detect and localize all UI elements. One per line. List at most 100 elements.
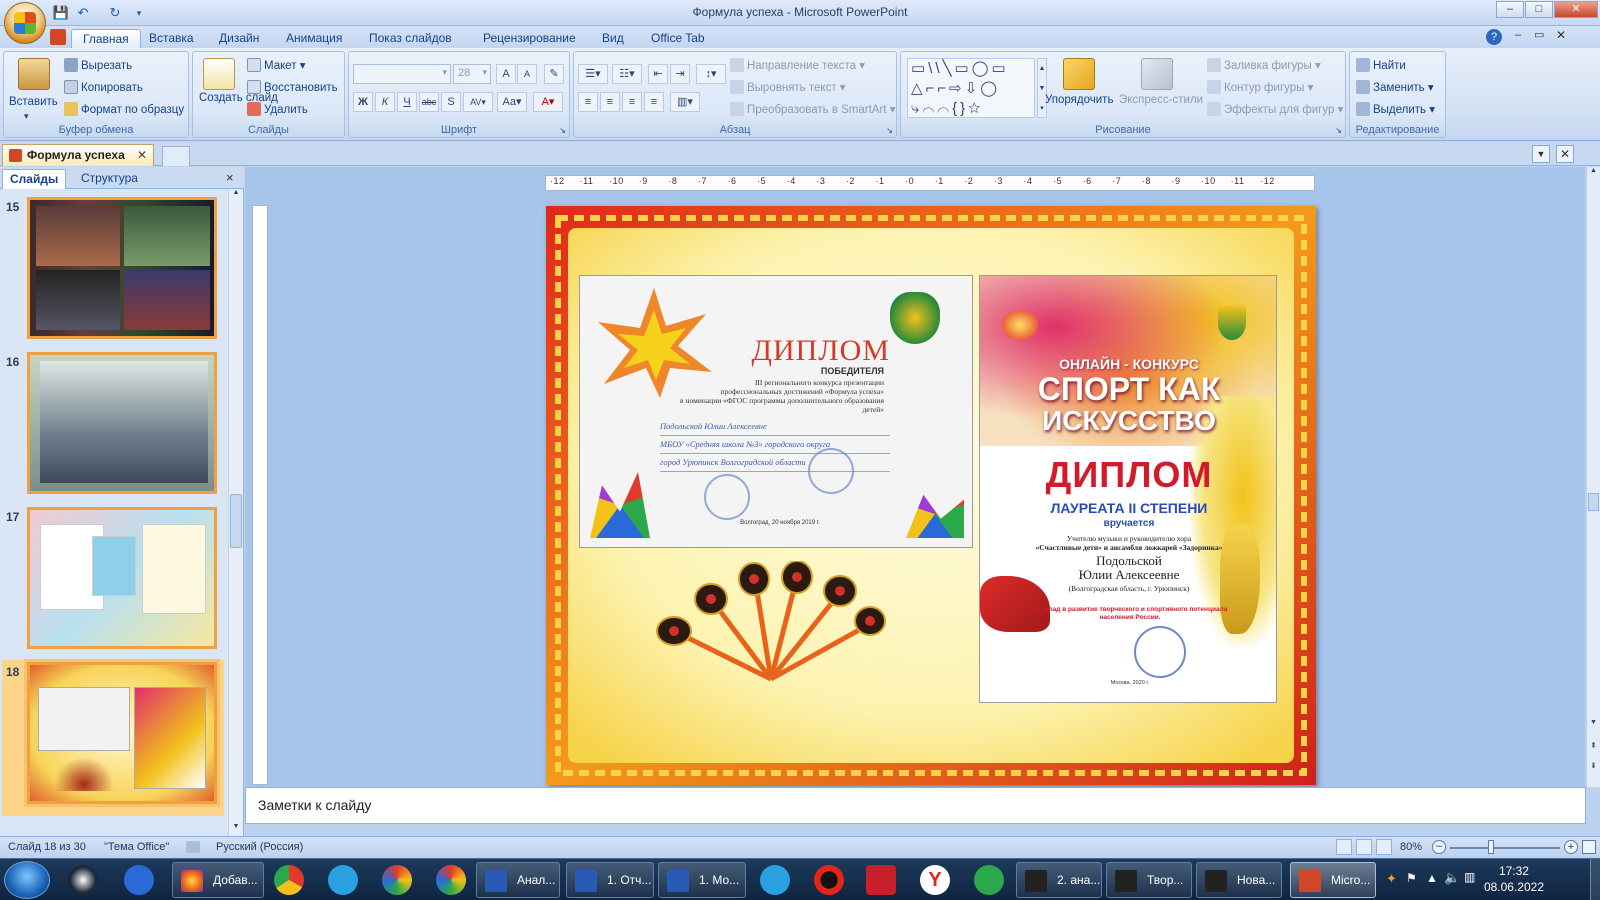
volume-icon[interactable]: 🔈	[1444, 870, 1460, 886]
taskbar-powerpoint[interactable]: Micro...	[1290, 862, 1376, 898]
status-theme[interactable]: "Тема Office"	[104, 841, 169, 853]
tab-slideshow[interactable]: Показ слайдов	[358, 29, 463, 49]
find-button[interactable]: Найти	[1356, 58, 1406, 74]
tab-view[interactable]: Вид	[591, 29, 635, 49]
slides-panel-scroll-thumb[interactable]	[230, 494, 242, 548]
scroll-up-icon[interactable]: ▲	[1587, 167, 1600, 174]
qbittorrent-icon[interactable]	[124, 865, 154, 895]
zoom-level[interactable]: 80%	[1400, 841, 1422, 853]
taskbar-word-1[interactable]: Анал...	[476, 862, 560, 898]
app-icon[interactable]	[866, 865, 896, 895]
align-left-icon[interactable]: ≡	[578, 92, 598, 112]
font-name-combobox[interactable]: ▾	[353, 64, 451, 84]
ribbon-restore-icon[interactable]: ▭	[1534, 28, 1544, 41]
zoom-out-icon[interactable]: –	[1432, 840, 1446, 854]
notes-pane[interactable]: Заметки к слайду	[245, 787, 1586, 824]
close-all-tabs-icon[interactable]: ✕	[1556, 145, 1574, 163]
chrome-icon[interactable]	[274, 865, 304, 895]
justify-icon[interactable]: ≡	[644, 92, 664, 112]
bold-icon[interactable]: Ж	[353, 92, 373, 112]
bullets-icon[interactable]: ☰▾	[578, 64, 608, 84]
help-icon[interactable]: ?	[1486, 29, 1502, 45]
decrease-indent-icon[interactable]: ⇤	[648, 64, 668, 84]
new-document-tab[interactable]	[162, 146, 190, 166]
slide-sorter-icon[interactable]	[1356, 839, 1372, 855]
underline-icon[interactable]: Ч	[397, 92, 417, 112]
change-case-icon[interactable]: Aa▾	[497, 92, 527, 112]
ribbon-minimize-icon[interactable]: –	[1515, 29, 1521, 41]
taskbar-window-2[interactable]: Твор...	[1106, 862, 1192, 898]
slides-panel-close-icon[interactable]: ×	[226, 170, 234, 185]
slide-thumbnail-15[interactable]	[27, 197, 217, 339]
tray-up-icon[interactable]: ▲	[1426, 871, 1438, 885]
diploma-winner-image[interactable]: ДИПЛОМ ПОБЕДИТЕЛЯ III регионального конк…	[579, 275, 973, 548]
reset-button[interactable]: Восстановить	[247, 80, 338, 96]
skype-icon[interactable]	[760, 865, 790, 895]
tab-animation[interactable]: Анимация	[275, 29, 353, 49]
shapes-gallery[interactable]: ▭\\╲▭◯▭ △⌐⌐⇨⇩◯ ⤷⌒⌒{}☆	[907, 58, 1035, 118]
tab-insert[interactable]: Вставка	[138, 29, 205, 49]
paragraph-dialog-launcher-icon[interactable]: ↘	[886, 126, 893, 135]
zoom-in-icon[interactable]: +	[1564, 840, 1578, 854]
photo-app-icon[interactable]	[436, 865, 466, 895]
spellcheck-icon[interactable]	[186, 841, 200, 853]
zoom-slider-track[interactable]	[1450, 847, 1560, 849]
char-spacing-icon[interactable]: AV▾	[463, 92, 493, 112]
select-button[interactable]: Выделить ▾	[1356, 102, 1435, 118]
replace-button[interactable]: Заменить ▾	[1356, 80, 1434, 96]
ribbon-close-icon[interactable]: ✕	[1556, 28, 1566, 42]
tab-home[interactable]: Главная	[71, 29, 141, 49]
show-desktop-button[interactable]	[1590, 859, 1600, 900]
taskbar-window-1[interactable]: 2. ана...	[1016, 862, 1102, 898]
line-spacing-icon[interactable]: ↕▾	[696, 64, 726, 84]
telegram-icon[interactable]	[328, 865, 358, 895]
tab-list-dropdown-icon[interactable]: ▼	[1532, 145, 1550, 163]
current-slide[interactable]: ДИПЛОМ ПОБЕДИТЕЛЯ III регионального конк…	[546, 206, 1316, 785]
utorrent-icon[interactable]	[974, 865, 1004, 895]
font-size-dropdown-icon[interactable]: ▾	[482, 67, 487, 78]
layout-button[interactable]: Макет ▾	[247, 58, 306, 74]
scroll-down-icon[interactable]: ▼	[230, 823, 242, 835]
numbering-icon[interactable]: ☷▾	[612, 64, 642, 84]
slide-thumbnail-18[interactable]	[27, 662, 217, 804]
slide-vertical-scrollbar[interactable]: ▲ ▼ ⇞ ⇟	[1586, 167, 1600, 787]
arrange-button[interactable]: Упорядочить	[1045, 92, 1113, 108]
font-dialog-launcher-icon[interactable]: ↘	[559, 126, 566, 135]
tab-review[interactable]: Рецензирование	[472, 29, 587, 49]
status-language[interactable]: Русский (Россия)	[216, 841, 303, 853]
network-icon[interactable]: ▥	[1464, 870, 1475, 884]
increase-indent-icon[interactable]: ⇥	[670, 64, 690, 84]
taskbar-word-3[interactable]: 1. Мо...	[658, 862, 746, 898]
shape-outline-button[interactable]: Контур фигуры ▾	[1207, 80, 1313, 96]
paste-dropdown-icon[interactable]: ▾	[24, 108, 29, 124]
cut-button[interactable]: Вырезать	[64, 58, 132, 74]
maximize-button[interactable]: □	[1525, 1, 1553, 18]
taskbar-clock[interactable]: 17:32 08.06.2022	[1484, 863, 1544, 895]
scroll-down-icon[interactable]: ▼	[1587, 719, 1600, 726]
tray-flag-icon[interactable]: ⚑	[1406, 871, 1417, 885]
slides-panel-scrollbar[interactable]: ▲ ▼	[228, 189, 243, 837]
office-button[interactable]	[4, 2, 46, 44]
yandex-icon[interactable]: Y	[920, 865, 950, 895]
slide-thumbnail-17[interactable]	[27, 507, 217, 649]
shape-fill-button[interactable]: Заливка фигуры ▾	[1207, 58, 1321, 74]
slideshow-view-icon[interactable]	[1376, 839, 1392, 855]
save-icon[interactable]: 💾	[52, 4, 70, 22]
zoom-slider-thumb[interactable]	[1488, 840, 1494, 854]
normal-view-icon[interactable]	[1336, 839, 1352, 855]
format-painter-button[interactable]: Формат по образцу	[64, 102, 184, 118]
smartart-button[interactable]: Преобразовать в SmartArt ▾	[730, 102, 895, 118]
taskbar-word-2[interactable]: 1. Отч...	[566, 862, 654, 898]
align-center-icon[interactable]: ≡	[600, 92, 620, 112]
tab-outline[interactable]: Структура	[74, 169, 145, 189]
grow-font-icon[interactable]: A	[496, 64, 516, 84]
minimize-button[interactable]: –	[1496, 1, 1524, 18]
quick-styles-button[interactable]: Экспресс-стили	[1119, 92, 1203, 108]
shadow-icon[interactable]: S	[441, 92, 461, 112]
undo-icon[interactable]: ↶	[74, 4, 92, 22]
fit-to-window-icon[interactable]	[1582, 840, 1596, 854]
tab-office-tab[interactable]: Office Tab	[640, 29, 716, 49]
paste-button[interactable]: Вставить	[9, 94, 58, 110]
diploma-laureate-image[interactable]: ОНЛАЙН - КОНКУРС СПОРТ КАК ИСКУССТВО ДИП…	[979, 275, 1277, 703]
slide-scroll-thumb[interactable]	[1588, 493, 1599, 511]
